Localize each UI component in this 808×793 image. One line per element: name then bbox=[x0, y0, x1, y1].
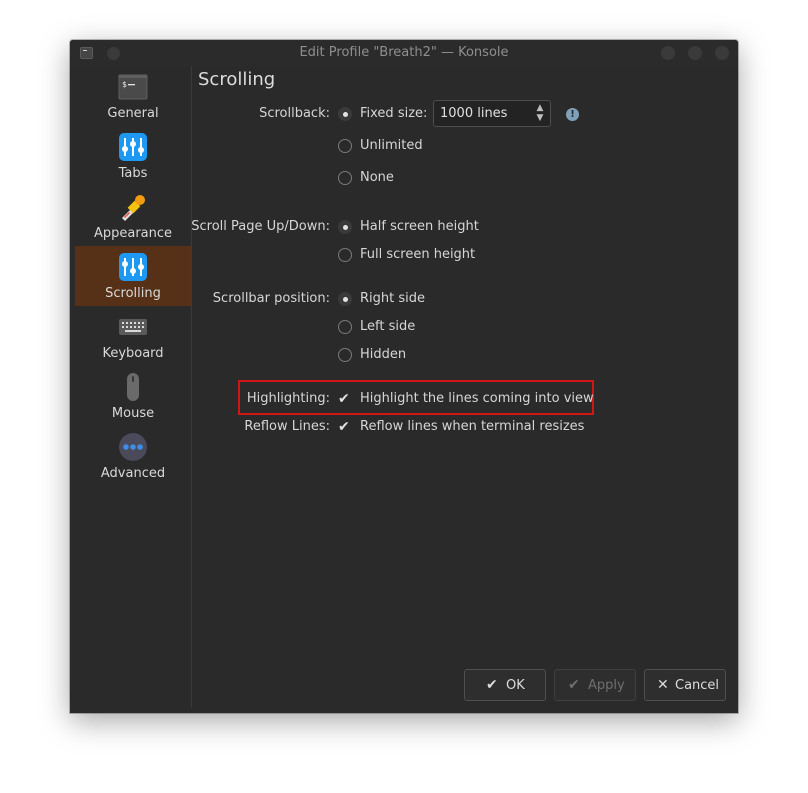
sidebar-item-label: General bbox=[107, 106, 159, 121]
scroll-page-full-radio[interactable]: Full screen height bbox=[338, 246, 538, 266]
scrollback-none-radio[interactable]: None bbox=[338, 169, 458, 189]
sidebar-divider bbox=[191, 66, 192, 708]
scrollback-label: Scrollback: bbox=[259, 106, 330, 121]
radio-indicator bbox=[338, 139, 352, 153]
tabs-icon bbox=[119, 133, 147, 161]
checkbox-label: Reflow lines when terminal resizes bbox=[360, 419, 585, 434]
info-icon[interactable]: ! bbox=[566, 108, 579, 121]
radio-indicator bbox=[338, 220, 352, 234]
radio-label: Half screen height bbox=[360, 219, 479, 234]
sidebar-item-label: Mouse bbox=[111, 406, 155, 421]
sidebar-item-appearance[interactable]: Appearance bbox=[75, 186, 191, 246]
radio-indicator bbox=[338, 292, 352, 306]
sidebar-item-keyboard[interactable]: Keyboard bbox=[75, 306, 191, 366]
radio-indicator bbox=[338, 171, 352, 185]
checkmark-icon: ✔ bbox=[338, 391, 350, 407]
checkmark-icon: ✔ bbox=[568, 677, 580, 693]
scrollbar-hidden-radio[interactable]: Hidden bbox=[338, 346, 498, 366]
mouse-icon bbox=[127, 373, 139, 401]
window-title: Edit Profile "Breath2" — Konsole bbox=[299, 45, 509, 60]
reflow-lines-label: Reflow Lines: bbox=[244, 419, 330, 434]
radio-label: Unlimited bbox=[360, 138, 423, 153]
radio-indicator bbox=[338, 248, 352, 262]
cancel-button[interactable]: ✕ Cancel bbox=[644, 669, 726, 701]
reflow-lines-checkbox[interactable]: ✔ Reflow lines when terminal resizes bbox=[338, 418, 588, 438]
sidebar-item-general[interactable]: $ General bbox=[75, 66, 191, 126]
button-label: Cancel bbox=[675, 678, 720, 693]
checkbox-label: Highlight the lines coming into view bbox=[360, 391, 594, 406]
sidebar-item-label: Advanced bbox=[100, 466, 166, 481]
highlighting-label: Highlighting: bbox=[246, 391, 330, 406]
scrollback-unlimited-radio[interactable]: Unlimited bbox=[338, 137, 458, 157]
spinbox-arrows[interactable]: ▲ ▼ bbox=[534, 103, 546, 124]
radio-label: Right side bbox=[360, 291, 425, 306]
sidebar-item-label: Tabs bbox=[118, 166, 148, 181]
radio-indicator bbox=[338, 348, 352, 362]
konsole-edit-profile-window: Edit Profile "Breath2" — Konsole $ Gener… bbox=[70, 40, 738, 713]
checkmark-icon: ✔ bbox=[338, 419, 350, 435]
sidebar-item-label: Scrolling bbox=[105, 286, 161, 301]
radio-label: None bbox=[360, 170, 394, 185]
sidebar-item-tabs[interactable]: Tabs bbox=[75, 126, 191, 186]
sidebar-item-label: Keyboard bbox=[102, 346, 164, 361]
title-bar[interactable]: Edit Profile "Breath2" — Konsole bbox=[70, 40, 738, 66]
scrollback-lines-spinbox[interactable]: 1000 lines ▲ ▼ bbox=[433, 100, 551, 127]
color-picker-icon bbox=[122, 195, 145, 221]
terminal-icon: $ bbox=[118, 74, 148, 100]
sidebar-item-label: Appearance bbox=[93, 226, 173, 241]
apply-button[interactable]: ✔ Apply bbox=[554, 669, 636, 701]
spinbox-value: 1000 lines bbox=[440, 106, 508, 121]
button-label: OK bbox=[506, 678, 525, 693]
scrollbar-position-label: Scrollbar position: bbox=[212, 291, 330, 306]
page-title: Scrolling bbox=[198, 69, 276, 90]
close-icon: ✕ bbox=[657, 677, 669, 693]
scrollback-fixed-size-radio[interactable]: Fixed size: bbox=[338, 105, 428, 125]
sidebar-item-scrolling[interactable]: Scrolling bbox=[75, 246, 191, 306]
radio-indicator bbox=[338, 320, 352, 334]
more-icon bbox=[119, 433, 147, 461]
sidebar-item-mouse[interactable]: Mouse bbox=[75, 366, 191, 426]
sidebar-item-advanced[interactable]: Advanced bbox=[75, 426, 191, 486]
minimize-button[interactable] bbox=[661, 46, 675, 60]
scroll-page-label: Scroll Page Up/Down: bbox=[191, 219, 330, 234]
scroll-page-half-radio[interactable]: Half screen height bbox=[338, 218, 538, 238]
scrollbar-left-radio[interactable]: Left side bbox=[338, 318, 498, 338]
scrolling-icon bbox=[119, 253, 147, 281]
highlight-lines-checkbox[interactable]: ✔ Highlight the lines coming into view bbox=[338, 390, 594, 410]
button-label: Apply bbox=[588, 678, 625, 693]
keyboard-icon bbox=[119, 319, 147, 335]
close-button[interactable] bbox=[715, 46, 729, 60]
scrollbar-right-radio[interactable]: Right side bbox=[338, 290, 498, 310]
checkmark-icon: ✔ bbox=[486, 677, 498, 693]
radio-indicator bbox=[338, 107, 352, 121]
radio-label: Hidden bbox=[360, 347, 407, 362]
radio-label: Fixed size: bbox=[360, 106, 428, 121]
ok-button[interactable]: ✔ OK bbox=[464, 669, 546, 701]
settings-sidebar: $ General Tabs Appearance Scrolling Keyb… bbox=[70, 66, 191, 713]
svg-text:$: $ bbox=[122, 80, 127, 89]
maximize-button[interactable] bbox=[688, 46, 702, 60]
radio-label: Left side bbox=[360, 319, 416, 334]
radio-label: Full screen height bbox=[360, 247, 476, 262]
